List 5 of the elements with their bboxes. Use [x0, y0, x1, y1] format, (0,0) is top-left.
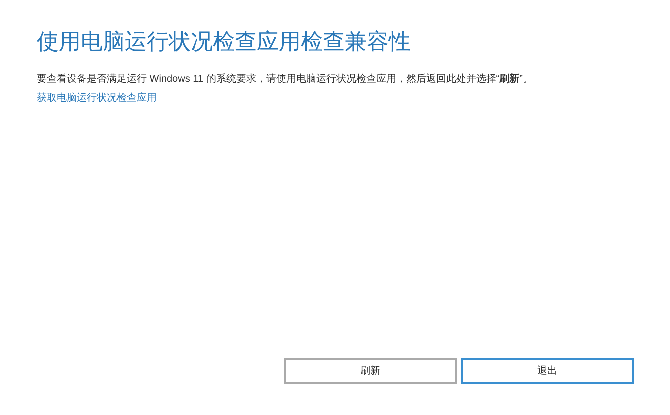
exit-button[interactable]: 退出 [461, 358, 634, 384]
description-text: 要查看设备是否满足运行 Windows 11 的系统要求，请使用电脑运行状况检查应用，然后返回此处并选择“刷新”。 获取电脑运行状况检查应用 [37, 72, 534, 106]
get-app-link[interactable]: 获取电脑运行状况检查应用 [37, 93, 157, 104]
page-title: 使用电脑运行状况检查应用检查兼容性 [37, 28, 412, 56]
refresh-button[interactable]: 刷新 [284, 358, 457, 384]
